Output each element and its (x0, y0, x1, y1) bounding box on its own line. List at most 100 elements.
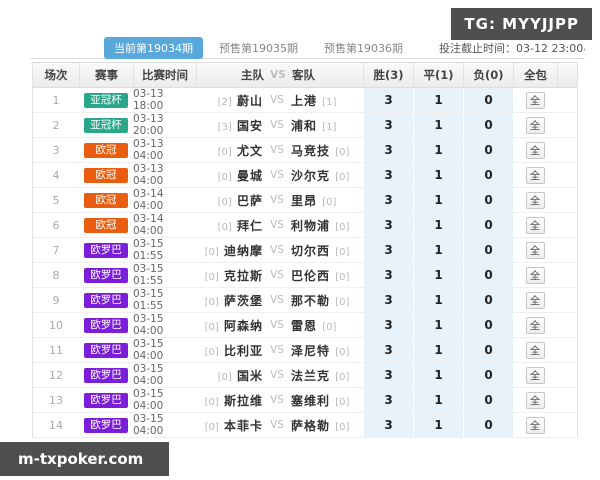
bet-win-cell[interactable]: 3 (363, 188, 413, 212)
header-all: 全包 (513, 63, 557, 87)
league-badge: 欧罗巴 (84, 393, 128, 408)
teams-cell: [0] 迪纳摩 VS 切尔西 [0] (196, 238, 363, 262)
away-team: 上港 [1] (291, 92, 363, 109)
select-all-button[interactable]: 全 (526, 317, 545, 334)
league-badge: 欧罗巴 (84, 318, 128, 333)
select-all-button[interactable]: 全 (526, 242, 545, 259)
select-all-button[interactable]: 全 (526, 167, 545, 184)
match-number: 5 (33, 188, 79, 212)
select-all-button[interactable]: 全 (526, 392, 545, 409)
bet-draw-cell[interactable]: 1 (413, 288, 463, 312)
away-team: 萨格勒 [0] (291, 417, 363, 434)
bet-win-cell[interactable]: 3 (363, 363, 413, 387)
bet-lose-cell[interactable]: 0 (463, 213, 513, 237)
select-all-button[interactable]: 全 (526, 292, 545, 309)
bet-lose-cell[interactable]: 0 (463, 388, 513, 412)
home-team: [0] 比利亚 (196, 342, 263, 359)
match-number: 9 (33, 288, 79, 312)
bet-lose-cell[interactable]: 0 (463, 238, 513, 262)
bet-draw-cell[interactable]: 1 (413, 213, 463, 237)
bet-win-cell[interactable]: 3 (363, 88, 413, 112)
match-row: 4 欧冠 03-13 04:00 [0] 曼城 VS 沙尔克 [0] 3 1 0… (33, 163, 577, 188)
match-time: 03-15 04:00 (133, 313, 196, 337)
tab-current-period[interactable]: 当前第19034期 (104, 37, 203, 59)
match-row: 6 欧冠 03-14 04:00 [0] 拜仁 VS 利物浦 [0] 3 1 0… (33, 213, 577, 238)
bet-lose-cell[interactable]: 0 (463, 413, 513, 437)
teams-cell: [0] 尤文 VS 马竞技 [0] (196, 138, 363, 162)
away-team: 巴伦西 [0] (291, 267, 363, 284)
home-rank: [0] (205, 347, 219, 358)
bet-lose-cell[interactable]: 0 (463, 288, 513, 312)
bet-win-cell[interactable]: 3 (363, 338, 413, 362)
bet-win-cell[interactable]: 3 (363, 288, 413, 312)
league-badge: 亚冠杯 (84, 118, 128, 133)
match-time: 03-13 04:00 (133, 163, 196, 187)
bet-win-cell[interactable]: 3 (363, 113, 413, 137)
row-spacer (557, 363, 577, 387)
bet-draw-cell[interactable]: 1 (413, 338, 463, 362)
select-all-button[interactable]: 全 (526, 417, 545, 434)
match-number: 14 (33, 413, 79, 437)
row-spacer (557, 188, 577, 212)
select-all-button[interactable]: 全 (526, 217, 545, 234)
vs-label: VS (263, 269, 291, 281)
away-team: 法兰克 [0] (291, 367, 363, 384)
bet-draw-cell[interactable]: 1 (413, 163, 463, 187)
match-time: 03-14 04:00 (133, 188, 196, 212)
home-team: [0] 迪纳摩 (196, 242, 263, 259)
header-spacer (557, 63, 577, 87)
bet-win-cell[interactable]: 3 (363, 238, 413, 262)
bet-lose-cell[interactable]: 0 (463, 263, 513, 287)
select-all-button[interactable]: 全 (526, 92, 545, 109)
match-number: 2 (33, 113, 79, 137)
bet-draw-cell[interactable]: 1 (413, 263, 463, 287)
teams-cell: [0] 比利亚 VS 泽尼特 [0] (196, 338, 363, 362)
bet-lose-cell[interactable]: 0 (463, 188, 513, 212)
bet-draw-cell[interactable]: 1 (413, 188, 463, 212)
select-all-button[interactable]: 全 (526, 117, 545, 134)
bet-draw-cell[interactable]: 1 (413, 238, 463, 262)
match-time: 03-13 18:00 (133, 88, 196, 112)
select-all-button[interactable]: 全 (526, 367, 545, 384)
bet-lose-cell[interactable]: 0 (463, 163, 513, 187)
bet-draw-cell[interactable]: 1 (413, 413, 463, 437)
select-all-button[interactable]: 全 (526, 267, 545, 284)
bet-win-cell[interactable]: 3 (363, 213, 413, 237)
bet-draw-cell[interactable]: 1 (413, 313, 463, 337)
teams-cell: [2] 蔚山 VS 上港 [1] (196, 88, 363, 112)
vs-label: VS (263, 394, 291, 406)
tab-presale-period-1[interactable]: 预售第19035期 (209, 37, 308, 59)
select-all-button[interactable]: 全 (526, 192, 545, 209)
vs-label: VS (263, 194, 291, 206)
away-rank: [0] (335, 172, 349, 183)
away-team: 浦和 [1] (291, 117, 363, 134)
tab-presale-period-2[interactable]: 预售第19036期 (314, 37, 413, 59)
home-team: [0] 斯拉维 (196, 392, 263, 409)
select-all-button[interactable]: 全 (526, 342, 545, 359)
select-all-button[interactable]: 全 (526, 142, 545, 159)
bet-lose-cell[interactable]: 0 (463, 113, 513, 137)
bet-lose-cell[interactable]: 0 (463, 363, 513, 387)
match-time: 03-15 04:00 (133, 338, 196, 362)
bet-draw-cell[interactable]: 1 (413, 363, 463, 387)
bet-win-cell[interactable]: 3 (363, 313, 413, 337)
bet-win-cell[interactable]: 3 (363, 263, 413, 287)
bet-lose-cell[interactable]: 0 (463, 88, 513, 112)
bet-win-cell[interactable]: 3 (363, 138, 413, 162)
bet-draw-cell[interactable]: 1 (413, 88, 463, 112)
vs-label: VS (263, 244, 291, 256)
header-teams: 主队 VS 客队 (196, 63, 363, 87)
match-row: 3 欧冠 03-13 04:00 [0] 尤文 VS 马竞技 [0] 3 1 0… (33, 138, 577, 163)
bet-draw-cell[interactable]: 1 (413, 388, 463, 412)
header-seq: 场次 (33, 63, 79, 87)
bet-lose-cell[interactable]: 0 (463, 138, 513, 162)
bet-win-cell[interactable]: 3 (363, 413, 413, 437)
bet-win-cell[interactable]: 3 (363, 163, 413, 187)
bet-draw-cell[interactable]: 1 (413, 138, 463, 162)
bet-draw-cell[interactable]: 1 (413, 113, 463, 137)
bet-lose-cell[interactable]: 0 (463, 313, 513, 337)
row-spacer (557, 213, 577, 237)
home-rank: [0] (205, 397, 219, 408)
bet-lose-cell[interactable]: 0 (463, 338, 513, 362)
bet-win-cell[interactable]: 3 (363, 388, 413, 412)
